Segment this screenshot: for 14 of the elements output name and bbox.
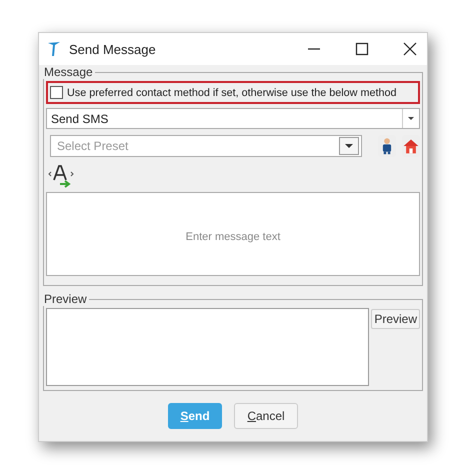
group-legend: Message (42, 65, 95, 79)
text-format-icon[interactable] (48, 163, 74, 189)
window-title: Send Message (69, 42, 156, 56)
message-text-field[interactable]: Enter message text (46, 192, 420, 276)
maximize-icon[interactable] (355, 42, 369, 56)
caret-icon (344, 143, 354, 149)
method-dropdown[interactable]: Send SMS (46, 108, 420, 129)
app-logo-icon (47, 41, 61, 57)
close-icon[interactable] (403, 42, 417, 56)
group-legend: Preview (42, 292, 89, 306)
caret-icon (407, 116, 415, 121)
cancel-button[interactable]: Cancel (234, 403, 298, 429)
preference-checkbox[interactable]: Use preferred contact method if set, otherwise use the below method (46, 81, 420, 104)
preview-button[interactable]: Preview (371, 309, 420, 329)
